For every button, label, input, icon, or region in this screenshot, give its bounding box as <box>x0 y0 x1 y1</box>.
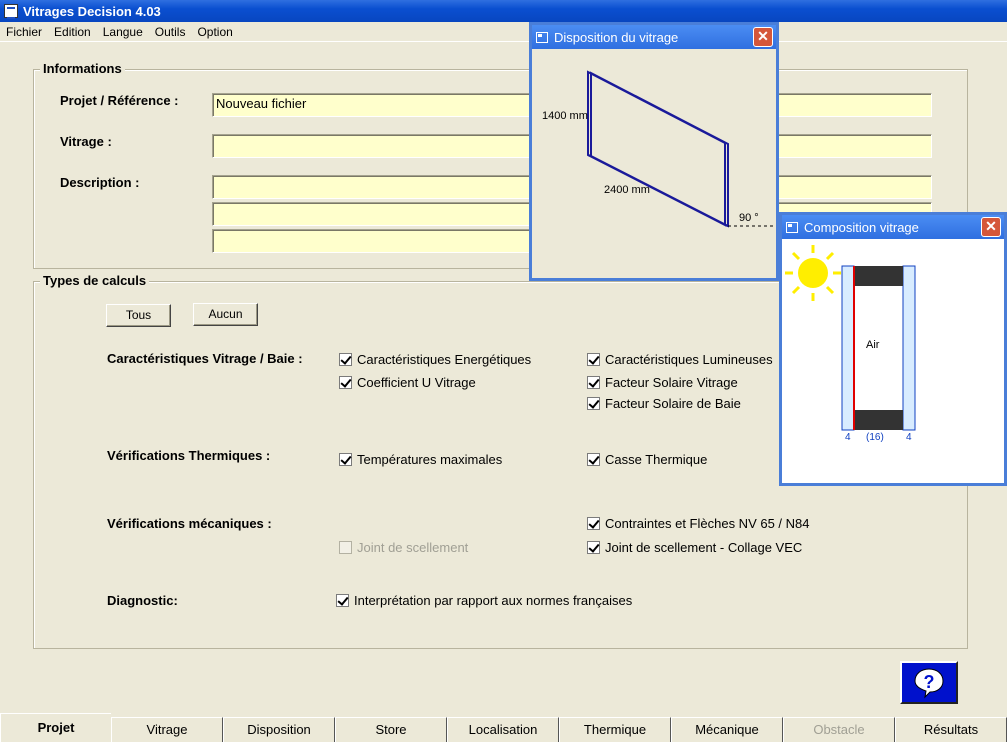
tab-localisation[interactable]: Localisation <box>447 717 559 742</box>
menu-outils[interactable]: Outils <box>149 25 192 39</box>
coef-u-label: Coefficient U Vitrage <box>357 375 476 390</box>
caract-lumineuses-label: Caractéristiques Lumineuses <box>605 352 773 367</box>
temperatures-max-label: Températures maximales <box>357 452 503 467</box>
mecaniques-label: Vérifications mécaniques : <box>107 516 272 531</box>
checkbox-box[interactable] <box>587 453 600 466</box>
composition-canvas: Air 4 (16) 4 <box>782 239 1004 483</box>
caract-energetiques-label: Caractéristiques Energétiques <box>357 352 532 367</box>
tab-mecanique[interactable]: Mécanique <box>671 717 783 742</box>
temperatures-max-checkbox[interactable]: Températures maximales <box>339 452 502 467</box>
glass-panel-drawing <box>587 70 776 228</box>
checkbox-box[interactable] <box>587 517 600 530</box>
caracteristiques-label: Caractéristiques Vitrage / Baie : <box>107 351 303 366</box>
checkbox-box[interactable] <box>339 353 352 366</box>
interpretation-checkbox[interactable]: Interprétation par rapport aux normes fr… <box>336 593 632 608</box>
interpretation-label: Interprétation par rapport aux normes fr… <box>354 593 633 608</box>
disposition-window: Disposition du vitrage ✕ 1400 mm 2400 mm… <box>529 22 779 281</box>
checkbox-box[interactable] <box>339 376 352 389</box>
help-button[interactable]: ? <box>900 661 958 704</box>
tab-bar: Projet Vitrage Disposition Store Localis… <box>0 713 1007 742</box>
contraintes-checkbox[interactable]: Contraintes et Flèches NV 65 / N84 <box>587 516 810 531</box>
joint-collage-checkbox[interactable]: Joint de scellement - Collage VEC <box>587 540 802 555</box>
app-title: Vitrages Decision 4.03 <box>23 3 161 19</box>
close-icon[interactable]: ✕ <box>753 27 773 47</box>
description-label: Description : <box>60 175 140 190</box>
tab-obstacle[interactable]: Obstacle <box>783 717 895 742</box>
projet-label: Projet / Référence : <box>60 93 179 108</box>
height-dimension-label: 1400 mm <box>542 110 588 122</box>
menu-langue[interactable]: Langue <box>97 25 149 39</box>
angle-label: 90 ° <box>739 212 759 224</box>
casse-thermique-checkbox[interactable]: Casse Thermique <box>587 452 707 467</box>
checkbox-box[interactable] <box>587 397 600 410</box>
gap-thickness: (16) <box>866 432 884 443</box>
casse-thermique-label: Casse Thermique <box>605 452 708 467</box>
svg-text:?: ? <box>924 672 935 692</box>
disposition-titlebar: Disposition du vitrage ✕ <box>532 25 776 49</box>
checkbox-box[interactable] <box>587 353 600 366</box>
tous-button[interactable]: Tous <box>106 304 171 327</box>
tab-resultats[interactable]: Résultats <box>895 717 1007 742</box>
facteur-solaire-baie-label: Facteur Solaire de Baie <box>605 396 741 411</box>
checkbox-box[interactable] <box>336 594 349 607</box>
left-glass-thickness: 4 <box>845 432 851 443</box>
composition-title: Composition vitrage <box>804 219 919 235</box>
window-icon <box>536 31 548 43</box>
composition-titlebar: Composition vitrage ✕ <box>782 215 1004 239</box>
diagnostic-label: Diagnostic: <box>107 593 178 608</box>
question-icon: ? <box>914 667 944 698</box>
window-icon <box>786 221 798 233</box>
tab-thermique[interactable]: Thermique <box>559 717 671 742</box>
right-glass-thickness: 4 <box>906 432 912 443</box>
menu-fichier[interactable]: Fichier <box>0 25 48 39</box>
width-dimension-label: 2400 mm <box>604 184 650 196</box>
facteur-solaire-baie-checkbox[interactable]: Facteur Solaire de Baie <box>587 396 741 411</box>
checkbox-box[interactable] <box>339 453 352 466</box>
contraintes-label: Contraintes et Flèches NV 65 / N84 <box>605 516 810 531</box>
tab-store[interactable]: Store <box>335 717 447 742</box>
glass-composition-drawing <box>785 245 916 431</box>
aucun-button[interactable]: Aucun <box>193 303 258 326</box>
joint-scellement-checkbox[interactable]: Joint de scellement <box>339 540 468 555</box>
informations-legend: Informations <box>40 61 125 76</box>
menu-option[interactable]: Option <box>191 25 238 39</box>
checkbox-box[interactable] <box>339 541 352 554</box>
tab-disposition[interactable]: Disposition <box>223 717 335 742</box>
tab-projet[interactable]: Projet <box>0 713 111 742</box>
close-icon[interactable]: ✕ <box>981 217 1001 237</box>
facteur-solaire-vitrage-label: Facteur Solaire Vitrage <box>605 375 738 390</box>
types-calculs-legend: Types de calculs <box>40 273 150 288</box>
caract-energetiques-checkbox[interactable]: Caractéristiques Energétiques <box>339 352 531 367</box>
tab-vitrage[interactable]: Vitrage <box>111 717 223 742</box>
app-titlebar: Vitrages Decision 4.03 <box>0 0 1007 22</box>
menu-edition[interactable]: Edition <box>48 25 97 39</box>
thermiques-label: Vérifications Thermiques : <box>107 448 271 463</box>
app-icon <box>4 4 18 19</box>
caract-lumineuses-checkbox[interactable]: Caractéristiques Lumineuses <box>587 352 773 367</box>
vitrage-label: Vitrage : <box>60 134 112 149</box>
sun-icon <box>785 245 841 301</box>
disposition-canvas: 1400 mm 2400 mm 90 ° <box>532 49 776 278</box>
checkbox-box[interactable] <box>587 541 600 554</box>
facteur-solaire-vitrage-checkbox[interactable]: Facteur Solaire Vitrage <box>587 375 738 390</box>
joint-scellement-label: Joint de scellement <box>357 540 469 555</box>
disposition-title: Disposition du vitrage <box>554 29 679 45</box>
joint-collage-label: Joint de scellement - Collage VEC <box>605 540 803 555</box>
checkbox-box[interactable] <box>587 376 600 389</box>
coef-u-checkbox[interactable]: Coefficient U Vitrage <box>339 375 476 390</box>
composition-window: Composition vitrage ✕ Air 4 (16) 4 <box>779 212 1007 486</box>
gas-label: Air <box>866 339 880 351</box>
menubar: Fichier Edition Langue Outils Option <box>0 22 1007 41</box>
